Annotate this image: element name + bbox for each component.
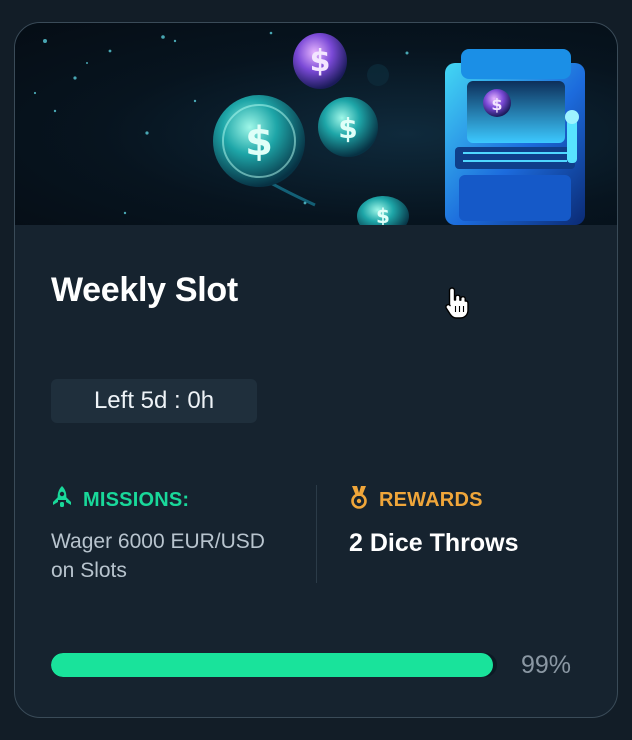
medal-icon	[349, 485, 369, 515]
slot-banner-image: $ $ $ $ $	[15, 23, 617, 225]
section-divider	[316, 485, 317, 583]
svg-text:$: $	[491, 95, 502, 114]
missions-header: MISSIONS:	[51, 485, 301, 515]
mission-description: Wager 6000 EUR/USD on Slots	[51, 530, 265, 582]
rewards-header: REWARDS	[349, 485, 599, 515]
reward-value: 2 Dice Throws	[349, 529, 519, 557]
rewards-heading: REWARDS	[379, 488, 483, 511]
progress-percent: 99%	[521, 651, 572, 679]
rocket-icon	[51, 485, 73, 515]
hand-pointer-cursor-icon	[444, 286, 470, 325]
mission-progress-bar	[51, 653, 497, 677]
missions-heading: MISSIONS:	[83, 488, 190, 511]
svg-text:$: $	[376, 204, 390, 225]
svg-text:$: $	[310, 44, 331, 79]
time-left-badge: Left 5d : 0h	[51, 379, 257, 423]
rewards-section: REWARDS 2 Dice Throws	[349, 485, 599, 558]
card-title: Weekly Slot	[51, 271, 238, 309]
progress-fill	[51, 653, 493, 677]
svg-text:$: $	[338, 112, 357, 145]
svg-text:$: $	[245, 119, 273, 165]
weekly-slot-card[interactable]: $ $ $ $ $ Weekly Slot Left 5d: 0h MISSI…	[14, 22, 618, 718]
missions-section: MISSIONS: Wager 6000 EUR/USD on Slots	[51, 485, 301, 585]
